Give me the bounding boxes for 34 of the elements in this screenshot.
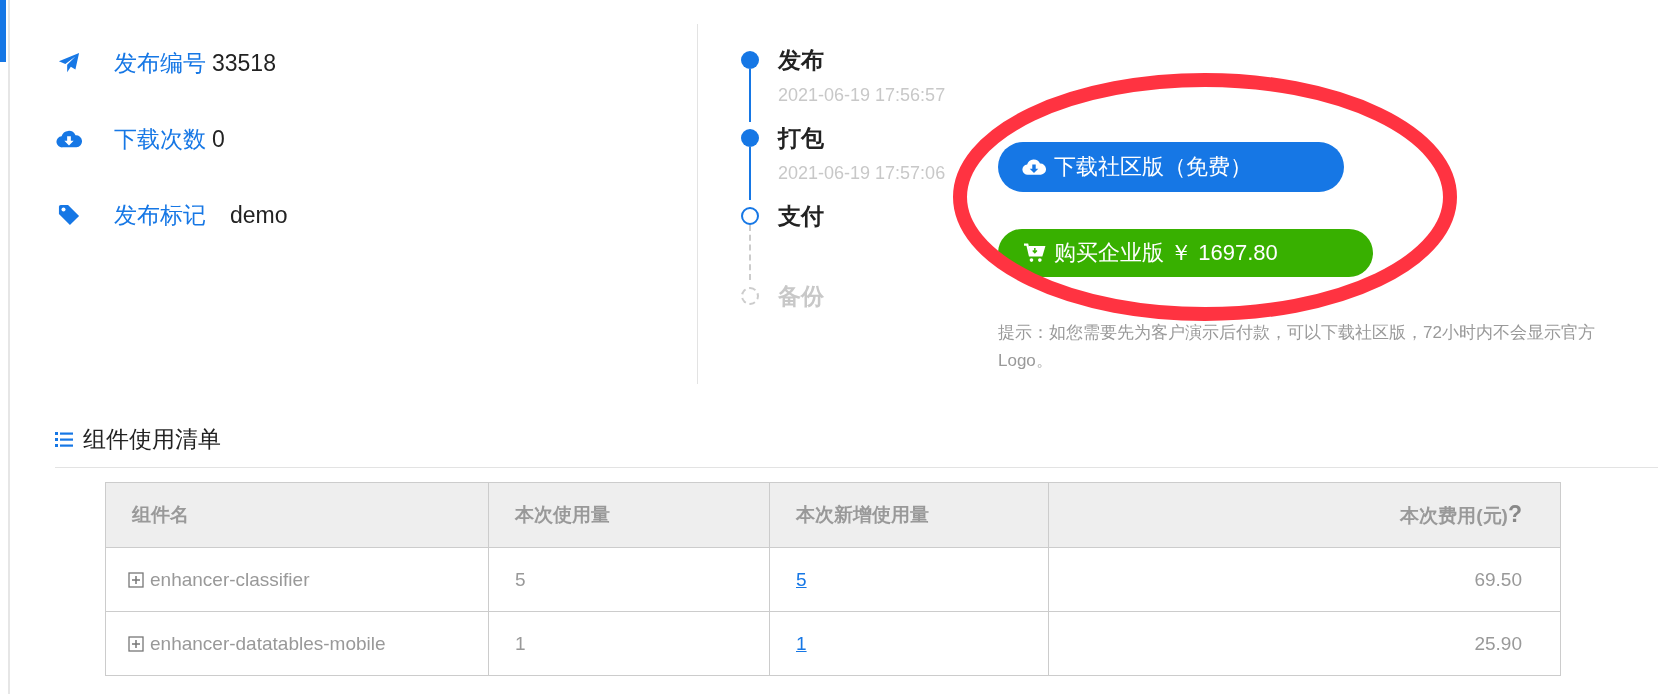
component-name: enhancer-classifier [150, 568, 310, 590]
component-name: enhancer-datatables-mobile [150, 632, 386, 654]
step-title: 发布 [778, 46, 825, 75]
cloud-download-icon [1022, 157, 1046, 177]
column-header: 组件名 [105, 482, 489, 548]
stat-value: demo [230, 201, 288, 229]
stat-value: 0 [212, 125, 225, 153]
expand-icon [128, 635, 144, 652]
expand-icon [128, 571, 144, 588]
active-indicator [0, 0, 6, 62]
hint-text: 提示：如您需要先为客户演示后付款，可以下载社区版，72小时内不会显示官方 Logo。 [998, 322, 1596, 372]
stat-label: 发布编号 [114, 48, 206, 78]
table-cell: 5 [488, 547, 770, 612]
usage-link[interactable]: 1 [796, 632, 807, 654]
column-header: 本次使用量 [488, 482, 770, 548]
download-button[interactable]: 下载社区版（免费） [998, 142, 1344, 192]
table-cell: 69.50 [1048, 547, 1561, 612]
cloud-download-icon [56, 128, 82, 150]
section-title: 组件使用清单 [83, 425, 221, 454]
list-icon [55, 430, 73, 449]
step-title: 支付 [778, 202, 824, 231]
table-cell: 25.90 [1048, 611, 1561, 676]
cart-icon [1022, 243, 1046, 263]
column-label: 本次费用(元) [1400, 505, 1508, 526]
buy-button[interactable]: 购买企业版 ￥ 1697.80 [998, 229, 1373, 277]
step-title: 打包 [778, 124, 825, 153]
tag-icon [56, 204, 82, 226]
stat-label: 下载次数 [114, 124, 206, 154]
usage-link[interactable]: 5 [796, 568, 807, 590]
column-header: 本次新增使用量 [769, 482, 1049, 548]
stat-value: 33518 [212, 49, 276, 77]
help-icon: ? [1507, 501, 1522, 527]
table-cell: 1 [488, 611, 770, 676]
stat-label: 发布标记 [114, 200, 206, 230]
